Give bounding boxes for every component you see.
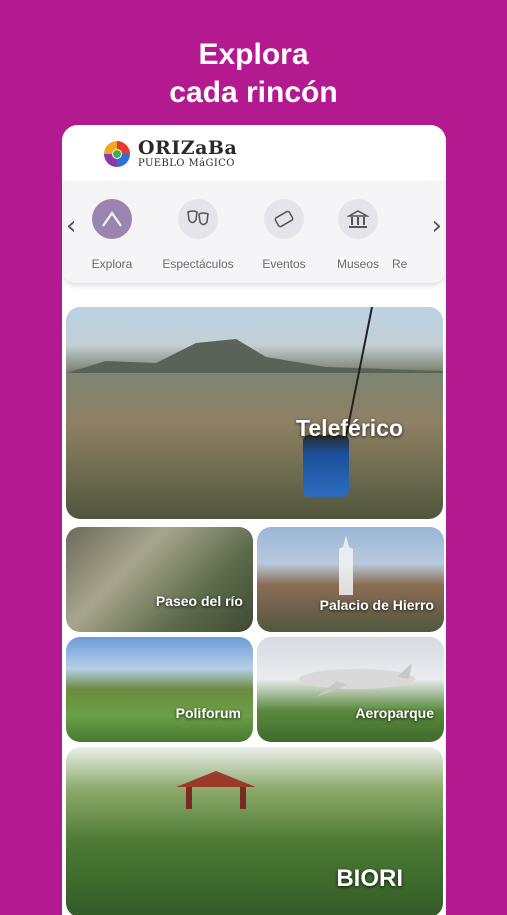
- tile-aeroparque[interactable]: Aeroparque: [257, 637, 444, 742]
- tile-label: BIORI: [336, 865, 403, 892]
- category-label: Re: [392, 257, 408, 271]
- logo-word-pueblo-magico: PUEBLO MáGICO: [138, 158, 235, 169]
- pinwheel-logo-icon: [104, 141, 130, 167]
- tile-label: Poliforum: [175, 705, 241, 721]
- category-explora[interactable]: Explora: [72, 199, 152, 271]
- headline-line1: Explora: [198, 38, 309, 71]
- tile-teleferico[interactable]: Teleférico: [66, 307, 443, 519]
- gondola-illustration: [303, 435, 349, 497]
- chevron-right-icon[interactable]: ›: [432, 211, 442, 241]
- mountain-icon: [92, 199, 132, 239]
- category-eventos[interactable]: Eventos: [244, 199, 324, 271]
- tile-label: Aeroparque: [355, 705, 434, 721]
- tile-paseo-del-rio[interactable]: Paseo del río: [66, 527, 253, 632]
- headline: Explora cada rincón: [0, 36, 507, 112]
- tile-label: Palacio de Hierro: [319, 597, 434, 613]
- tile-poliforum[interactable]: Poliforum: [66, 637, 253, 742]
- museum-icon: [338, 199, 378, 239]
- tile-biori[interactable]: BIORI: [66, 747, 443, 915]
- category-espectaculos[interactable]: Espectáculos: [158, 199, 238, 271]
- tile-palacio-de-hierro[interactable]: Palacio de Hierro: [257, 527, 444, 632]
- app-bar: ORIZaBa PUEBLO MáGICO: [62, 125, 446, 182]
- palace-tower-illustration: [339, 535, 353, 595]
- pagoda-illustration: [176, 771, 256, 809]
- tile-label: Teleférico: [296, 415, 403, 441]
- category-partial[interactable]: Re: [380, 199, 420, 271]
- category-carousel: ‹ Explora Espectáculos Eventos Museos Re…: [62, 181, 446, 283]
- ticket-icon: [264, 199, 304, 239]
- orizaba-logo[interactable]: ORIZaBa PUEBLO MáGICO: [102, 137, 252, 171]
- category-label: Explora: [91, 257, 133, 271]
- theater-masks-icon: [178, 199, 218, 239]
- mountain-illustration: [66, 339, 443, 373]
- logo-word-orizaba: ORIZaBa: [138, 137, 238, 159]
- category-label: Eventos: [262, 257, 306, 271]
- airplane-illustration: [299, 663, 415, 697]
- headline-line2: cada rincón: [169, 76, 338, 109]
- category-label: Espectáculos: [162, 257, 234, 271]
- tile-label: Paseo del río: [155, 593, 243, 609]
- phone-screen: ORIZaBa PUEBLO MáGICO ‹ Explora Espectác…: [62, 125, 446, 915]
